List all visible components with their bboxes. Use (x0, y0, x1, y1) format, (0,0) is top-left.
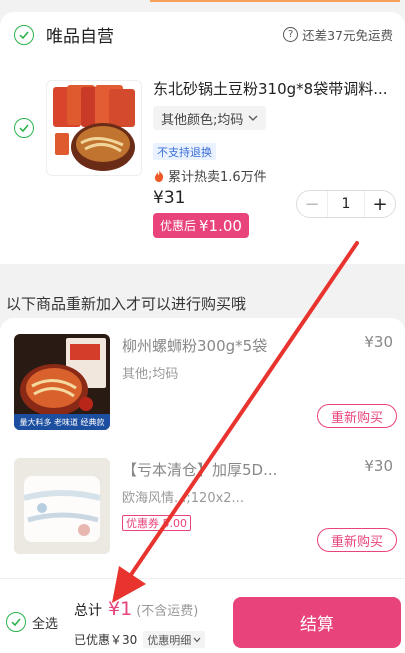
item2-title[interactable]: 柳州螺蛳粉300g*5袋 (122, 335, 297, 356)
chevron-down-icon (193, 637, 201, 642)
readd-section-title: 以下商品重新加入才可以进行购买哦 (6, 295, 247, 313)
shipping-note[interactable]: ? 还差37元免运费 (283, 25, 393, 44)
item1-price: ¥31 (153, 188, 186, 208)
item3-price: ¥30 (364, 457, 393, 475)
saved-text: 已优惠￥30 (74, 633, 138, 647)
discount-badge: 优惠后 ¥1.00 (153, 213, 249, 238)
no-return-badge: 不支持退换 (153, 143, 216, 160)
item3-spec: 欧海风情...;120x2... (122, 491, 244, 506)
decrease-button[interactable]: − (297, 194, 327, 215)
store-check-icon[interactable] (14, 24, 34, 45)
item2-price: ¥30 (364, 333, 393, 351)
item1-spec-selector[interactable]: 其他颜色;均码 (153, 106, 267, 130)
item1-title[interactable]: 东北砂锅土豆粉310g*8袋带调料... (153, 78, 398, 99)
item2-thumb-caption: 量大料多 老味道 经典款 (19, 418, 105, 427)
shipping-note-text: 还差37元免运费 (302, 28, 393, 43)
coupon-tag: 优惠券 5.00 (122, 515, 191, 531)
flame-icon (154, 169, 164, 182)
total-label: 总计 (74, 603, 102, 619)
discount-detail-button[interactable]: 优惠明细 (143, 631, 206, 648)
item1-thumbnail[interactable] (46, 80, 142, 176)
item2-spec: 其他;均码 (122, 367, 179, 382)
item3-thumbnail[interactable] (14, 458, 110, 554)
item1-spec-text: 其他颜色;均码 (161, 112, 244, 128)
hot-sales: 累计热卖1.6万件 (153, 166, 267, 185)
select-all-label: 全选 (32, 616, 59, 632)
item1-check-icon[interactable] (14, 118, 34, 138)
top-accent-line (150, 0, 400, 2)
discount-label: 优惠后 (160, 219, 197, 233)
top-strip (0, 0, 405, 12)
item2-thumbnail[interactable]: 量大料多 老味道 经典款 (14, 334, 110, 430)
discount-price: ¥1.00 (199, 216, 242, 235)
item3-rebuy-button[interactable]: 重新购买 (317, 528, 397, 552)
checkout-button[interactable]: 结算 (233, 597, 401, 648)
store-name: 唯品自营 (46, 27, 114, 47)
total-amount: ¥1 (108, 598, 133, 620)
total: 总计 ¥1 (不含运费) (74, 598, 198, 620)
help-icon: ? (283, 27, 299, 42)
quantity-input[interactable]: 1 (327, 191, 365, 217)
discount-detail-label: 优惠明细 (147, 633, 192, 647)
hot-sales-text: 累计热卖1.6万件 (168, 170, 267, 185)
increase-button[interactable]: + (365, 194, 395, 215)
saved-amount: 已优惠￥30 优惠明细 (74, 631, 206, 648)
item2-rebuy-button[interactable]: 重新购买 (317, 404, 397, 428)
store-header: 唯品自营 (14, 22, 114, 47)
select-all-check-icon[interactable] (6, 612, 26, 632)
item3-title[interactable]: 【亏本清仓】加厚5D... (122, 459, 297, 480)
chevron-down-icon (248, 115, 258, 121)
select-all[interactable]: 全选 (6, 612, 58, 632)
shipping-excluded-note: (不含运费) (136, 604, 199, 619)
quantity-stepper: − 1 + (296, 190, 396, 218)
